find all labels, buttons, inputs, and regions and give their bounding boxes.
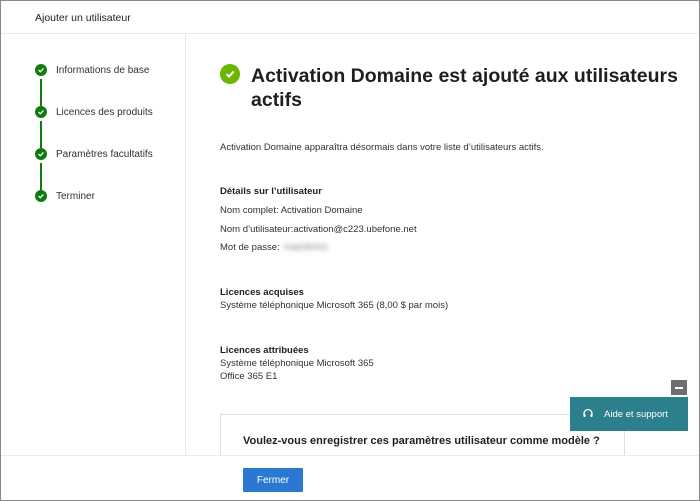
licenses-acquired-title: Licences acquises: [220, 287, 304, 298]
password-label: Mot de passe:: [220, 242, 280, 253]
step-finish[interactable]: Terminer: [35, 189, 95, 203]
license-assigned-item: Système téléphonique Microsoft 365: [220, 358, 374, 369]
template-question: Voulez-vous enregistrer ces paramètres u…: [243, 435, 600, 447]
step-optional-settings[interactable]: Paramètres facultatifs: [35, 147, 153, 161]
minimize-help-button[interactable]: [671, 380, 687, 395]
license-acquired-item: Système téléphonique Microsoft 365 (8,00…: [220, 300, 449, 311]
help-support-button[interactable]: Aide et support: [570, 397, 688, 431]
success-intro: Activation Domaine apparaîtra désormais …: [220, 142, 544, 153]
step-label: Terminer: [56, 190, 95, 202]
check-icon: [35, 190, 47, 202]
licenses-assigned-title: Licences attribuées: [220, 345, 309, 356]
check-icon: [35, 64, 47, 76]
step-connector: [40, 79, 42, 106]
password-value: Hab08453: [283, 242, 328, 253]
user-details-title: Détails sur l’utilisateur: [220, 186, 322, 197]
help-support-label: Aide et support: [604, 408, 668, 420]
panel-header: Ajouter un utilisateur: [1, 1, 699, 34]
step-product-licenses[interactable]: Licences des produits: [35, 105, 153, 119]
step-label: Informations de base: [56, 64, 150, 76]
save-template-card: Voulez-vous enregistrer ces paramètres u…: [220, 414, 625, 455]
success-headline: Activation Domaine est ajouté aux utilis…: [251, 65, 678, 111]
minus-icon: [675, 386, 683, 389]
panel-title: Ajouter un utilisateur: [35, 12, 131, 24]
headset-icon: [583, 408, 593, 417]
success-check-icon: [220, 64, 240, 84]
step-basic-info[interactable]: Informations de base: [35, 63, 149, 77]
main-content: Activation Domaine est ajouté aux utilis…: [187, 34, 699, 455]
check-icon: [35, 106, 47, 118]
step-label: Licences des produits: [56, 106, 153, 118]
step-label: Paramètres facultatifs: [56, 148, 153, 160]
wizard-steps: Informations de base Licences des produi…: [1, 34, 186, 455]
license-assigned-item: Office 365 E1: [220, 371, 278, 382]
close-button[interactable]: Fermer: [243, 468, 303, 492]
password-row: Mot de passe: Hab08453: [220, 242, 328, 253]
step-connector: [40, 163, 42, 190]
full-name: Nom complet: Activation Domaine: [220, 205, 363, 216]
step-connector: [40, 121, 42, 148]
panel-footer: Fermer: [1, 455, 699, 500]
check-icon: [35, 148, 47, 160]
username: Nom d’utilisateur:activation@c223.ubefon…: [220, 224, 417, 235]
